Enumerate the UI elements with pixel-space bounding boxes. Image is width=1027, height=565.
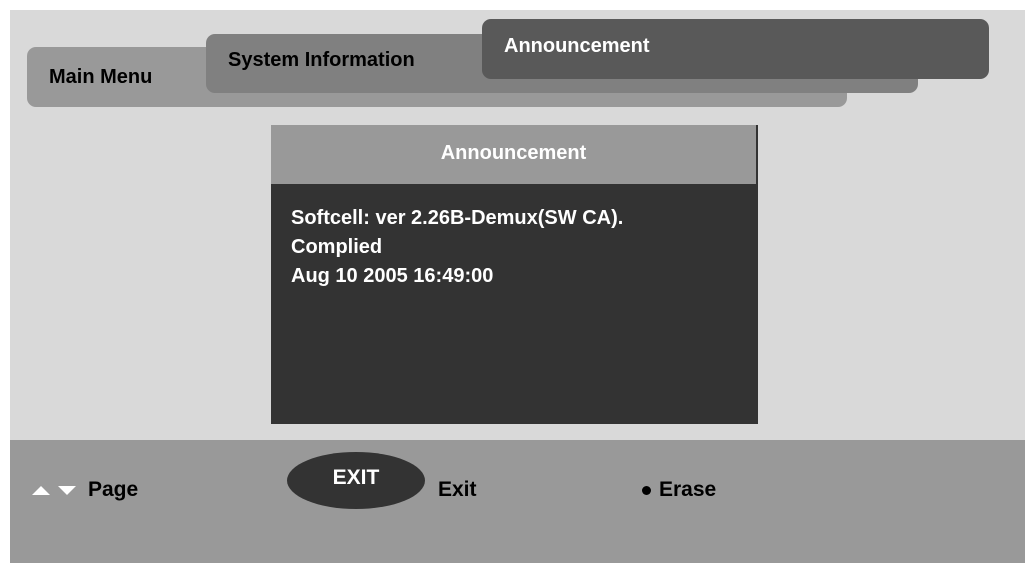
tab-system-information-label: System Information: [228, 49, 415, 71]
announcement-version-line: Softcell: ver 2.26B-Demux(SW CA).: [291, 207, 624, 229]
exit-hint: Exit: [438, 478, 477, 502]
exit-hint-label: Exit: [438, 478, 477, 501]
announcement-compiled-line: Complied: [291, 236, 383, 258]
dialog-body: Softcell: ver 2.26B-Demux(SW CA). Compli…: [291, 204, 748, 291]
tab-main-menu-label: Main Menu: [49, 66, 153, 88]
dialog-title: Announcement: [440, 142, 587, 164]
announcement-date-line: Aug 10 2005 16:49:00: [291, 265, 494, 287]
erase-hint[interactable]: Erase: [642, 478, 716, 502]
exit-button[interactable]: EXIT: [287, 452, 425, 509]
tab-announcement-label: Announcement: [504, 35, 650, 57]
dialog-header: Announcement: [271, 125, 758, 184]
page-hint[interactable]: Page: [32, 478, 138, 502]
exit-button-label: EXIT: [332, 465, 380, 489]
erase-hint-label: Erase: [659, 478, 717, 501]
page-hint-label: Page: [88, 478, 139, 501]
announcement-dialog: Announcement Softcell: ver 2.26B-Demux(S…: [271, 125, 758, 424]
triangle-up-icon[interactable]: [32, 485, 50, 495]
tab-announcement[interactable]: Announcement: [482, 19, 989, 79]
triangle-down-icon[interactable]: [58, 485, 76, 495]
bullet-icon: [642, 485, 651, 495]
footer-hint-bar: Page EXIT Exit Erase: [10, 440, 1025, 563]
